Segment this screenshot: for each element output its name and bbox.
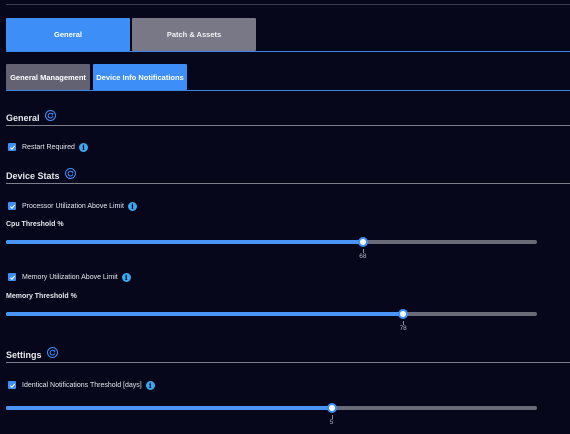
refresh-icon[interactable] bbox=[64, 168, 76, 179]
processor-utilization-label: Processor Utilization Above Limit bbox=[22, 202, 124, 210]
memory-utilization-checkbox[interactable] bbox=[8, 273, 16, 281]
slider-thumb[interactable] bbox=[398, 309, 409, 319]
identical-notifications-checkbox[interactable] bbox=[8, 381, 16, 389]
slider-thumb[interactable] bbox=[326, 403, 337, 413]
tab-general[interactable]: General bbox=[6, 18, 130, 51]
slider-value: 5 bbox=[329, 419, 334, 426]
info-icon[interactable]: i bbox=[121, 272, 131, 282]
refresh-icon[interactable] bbox=[44, 110, 56, 121]
section-title: General bbox=[6, 112, 40, 123]
identical-notifications-row: Identical Notifications Threshold [days]… bbox=[8, 379, 155, 391]
main-tab-bar: General Patch & Assets bbox=[6, 18, 570, 52]
slider-value: 68 bbox=[359, 253, 367, 260]
info-icon[interactable]: i bbox=[145, 380, 155, 390]
check-icon bbox=[9, 145, 15, 150]
section-title: Settings bbox=[6, 349, 42, 360]
restart-required-row: Restart Required i bbox=[8, 141, 88, 153]
top-divider bbox=[6, 4, 570, 5]
days-threshold-slider[interactable]: 5 bbox=[6, 402, 537, 426]
info-icon[interactable]: i bbox=[127, 201, 137, 211]
slider-thumb[interactable] bbox=[357, 237, 368, 247]
memory-utilization-label: Memory Utilization Above Limit bbox=[22, 273, 118, 281]
processor-utilization-row: Processor Utilization Above Limit i bbox=[8, 200, 137, 212]
check-icon bbox=[9, 275, 15, 280]
slider-value: 78 bbox=[399, 325, 407, 332]
restart-required-label: Restart Required bbox=[22, 143, 75, 151]
section-title: Device Stats bbox=[6, 170, 60, 181]
restart-required-checkbox[interactable] bbox=[8, 143, 16, 151]
section-general-header: General bbox=[6, 110, 570, 126]
info-icon[interactable]: i bbox=[78, 142, 88, 152]
memory-utilization-row: Memory Utilization Above Limit i bbox=[8, 271, 131, 283]
processor-utilization-checkbox[interactable] bbox=[8, 202, 16, 210]
section-device-stats-header: Device Stats bbox=[6, 168, 570, 184]
memory-threshold-label: Memory Threshold % bbox=[6, 293, 77, 300]
slider-fill bbox=[6, 406, 332, 410]
check-icon bbox=[9, 204, 15, 209]
section-settings-header: Settings bbox=[6, 347, 570, 363]
tab-patch-assets[interactable]: Patch & Assets bbox=[132, 18, 256, 51]
identical-notifications-label: Identical Notifications Threshold [days] bbox=[22, 381, 142, 389]
notification-settings-page: General Patch & Assets General Managemen… bbox=[0, 0, 570, 434]
slider-fill bbox=[6, 312, 404, 316]
slider-fill bbox=[6, 240, 363, 244]
check-icon bbox=[9, 383, 15, 388]
refresh-icon[interactable] bbox=[46, 347, 58, 358]
tab-device-info-notifications[interactable]: Device Info Notifications bbox=[93, 64, 187, 90]
memory-threshold-slider[interactable]: 78 bbox=[6, 308, 537, 332]
cpu-threshold-label: Cpu Threshold % bbox=[6, 221, 64, 228]
cpu-threshold-slider[interactable]: 68 bbox=[6, 236, 537, 260]
sub-tab-bar: General Management Device Info Notificat… bbox=[6, 64, 570, 91]
tab-general-management[interactable]: General Management bbox=[6, 64, 90, 90]
